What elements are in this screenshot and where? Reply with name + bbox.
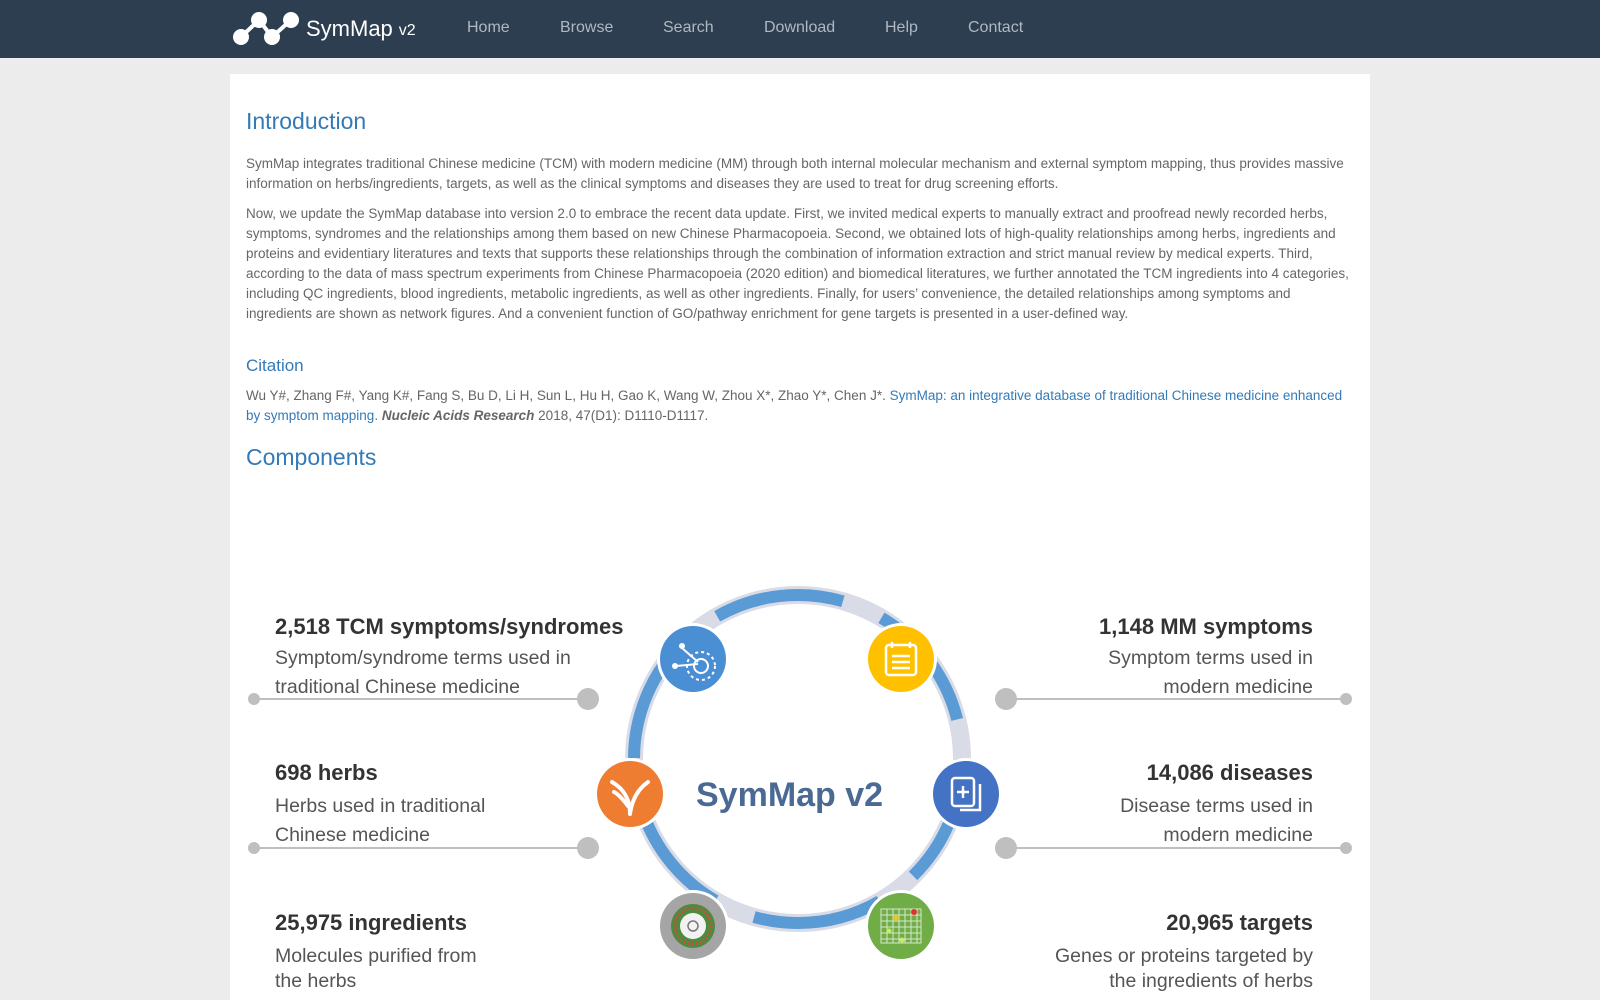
clipboard-list-icon — [865, 623, 937, 695]
brand-version: v2 — [398, 22, 416, 39]
stat-diseases-title: 14,086 diseases — [1146, 760, 1313, 785]
herb-sprout-icon — [594, 758, 666, 830]
nav-home[interactable]: Home — [467, 19, 510, 37]
stat-targets-title: 20,965 targets — [1166, 910, 1313, 935]
stat-mm-symptoms-title: 1,148 MM symptoms — [1099, 614, 1313, 639]
symmap-logo-icon — [233, 12, 299, 45]
stat-diseases-desc-1: Disease terms used in — [1120, 795, 1313, 817]
intro-heading: Introduction — [246, 108, 367, 134]
citation-text: Wu Y#, Zhang F#, Yang K#, Fang S, Bu D, … — [246, 388, 1343, 423]
stat-tcm-symptoms-desc-1: Symptom/syndrome terms used in — [275, 647, 571, 669]
nav-browse[interactable]: Browse — [560, 19, 613, 37]
stat-mm-symptoms-desc-2: modern medicine — [1163, 676, 1313, 698]
stat-herbs-title: 698 herbs — [275, 760, 378, 785]
intro-paragraph-2: Now, we update the SymMap database into … — [246, 206, 1349, 321]
main-panel: Introduction SymMap integrates tradition… — [230, 74, 1370, 1000]
brand-home-link[interactable]: SymMap v2 — [232, 10, 416, 48]
citation-details: 2018, 47(D1): D1110-D1117. — [538, 408, 709, 423]
intro-paragraph-1: SymMap integrates traditional Chinese me… — [246, 156, 1344, 191]
stat-ingredients-title: 25,975 ingredients — [275, 910, 467, 935]
stat-tcm-symptoms-desc-2: traditional Chinese medicine — [275, 676, 520, 698]
stat-tcm-symptoms-title: 2,518 TCM symptoms/syndromes — [275, 614, 624, 639]
network-icon — [657, 623, 729, 695]
citation-authors: Wu Y#, Zhang F#, Yang K#, Fang S, Bu D, … — [246, 388, 886, 403]
components-diagram: SymMap v2 2,518 TCM symptoms/syndromes S… — [246, 514, 1354, 991]
diagram-center-title: SymMap v2 — [696, 776, 884, 814]
heatmap-grid-icon — [865, 890, 937, 962]
components-heading: Components — [246, 444, 377, 470]
citation-heading: Citation — [246, 356, 304, 375]
nav-download[interactable]: Download — [764, 19, 835, 37]
citation-journal: Nucleic Acids Research — [381, 408, 535, 423]
top-navbar: SymMap v2 Home Browse Search Download He… — [0, 0, 1600, 58]
stat-targets-desc-1: Genes or proteins targeted by — [1055, 945, 1313, 967]
nav-help[interactable]: Help — [885, 19, 918, 37]
stat-herbs-desc-2: Chinese medicine — [275, 824, 431, 846]
medical-documents-icon — [930, 758, 1002, 830]
stat-herbs-desc-1: Herbs used in traditional — [275, 795, 486, 817]
nav-contact[interactable]: Contact — [968, 19, 1023, 37]
stat-targets-desc-2: the ingredients of herbs — [1109, 970, 1313, 992]
brand-name: SymMap — [306, 16, 393, 41]
stat-mm-symptoms-desc-1: Symptom terms used in — [1108, 647, 1313, 669]
stat-ingredients-desc-2: the herbs — [275, 970, 357, 992]
stat-ingredients-desc-1: Molecules purified from — [275, 945, 477, 967]
molecule-ring-icon — [657, 890, 729, 962]
stat-diseases-desc-2: modern medicine — [1163, 824, 1313, 846]
nav-search[interactable]: Search — [663, 19, 714, 37]
